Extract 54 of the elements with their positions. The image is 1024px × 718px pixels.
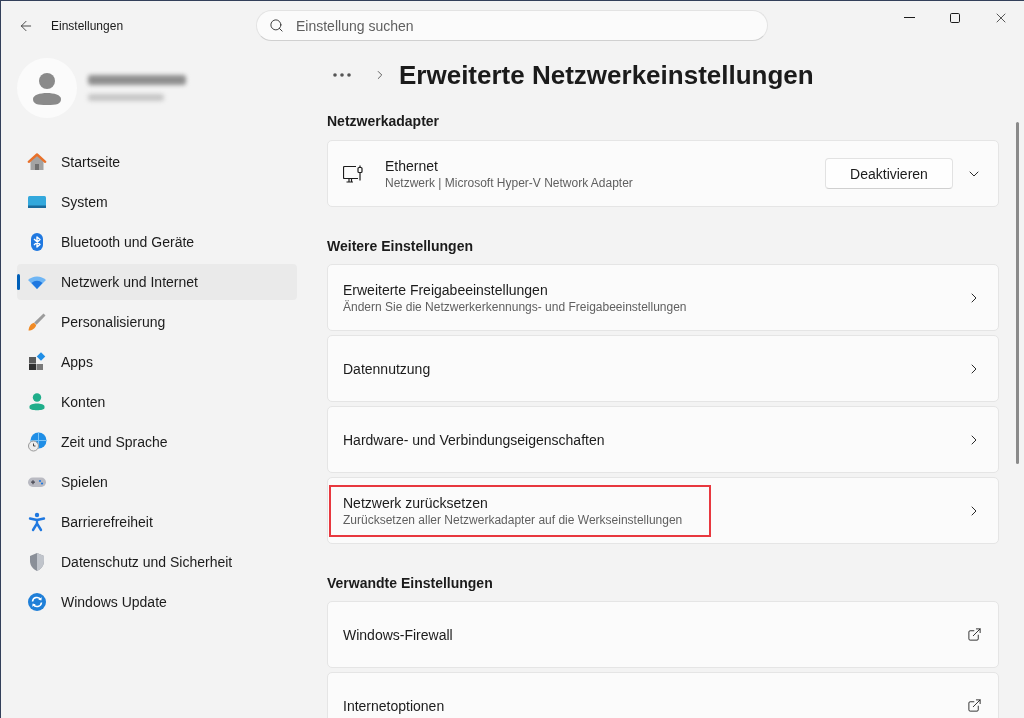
section-heading: Verwandte Einstellungen [327, 574, 494, 593]
sidebar-item[interactable]: Zeit und Sprache [17, 424, 297, 460]
sidebar-item[interactable]: Barrierefreiheit [17, 504, 297, 540]
accessibility-icon [27, 512, 47, 532]
search-icon [269, 18, 284, 33]
sidebar-item[interactable]: Spielen [17, 464, 297, 500]
sidebar-item[interactable]: System [17, 184, 297, 220]
card-title: Hardware- und Verbindungseigenschaften [343, 430, 605, 449]
card-title: Ethernet [385, 156, 439, 175]
settings-card[interactable]: Hardware- und Verbindungseigenschaften [327, 406, 999, 473]
disable-button[interactable]: Deaktivieren [825, 158, 953, 189]
globe-clock-icon [27, 432, 47, 452]
section-heading: Weitere Einstellungen [327, 237, 474, 256]
external-link-icon [967, 627, 982, 642]
house-icon [27, 152, 47, 172]
app-grid-icon [27, 352, 47, 372]
sidebar-item[interactable]: Bluetooth und Geräte [17, 224, 297, 260]
external-link-icon [967, 698, 982, 713]
shield-icon [27, 552, 47, 572]
sidebar-item[interactable]: Konten [17, 384, 297, 420]
card-title: Datennutzung [343, 359, 431, 378]
adapter-card[interactable]: Ethernet Netzwerk | Microsoft Hyper-V Network Adapter Deaktivieren [327, 140, 999, 207]
selection-indicator [17, 274, 20, 290]
card-subtitle: Netzwerk | Microsoft Hyper-V Network Adapter [385, 174, 633, 191]
sidebar-item[interactable]: Apps [17, 344, 297, 380]
card-title: Internetoptionen [343, 696, 445, 715]
window-title: Einstellungen [51, 18, 124, 33]
person-icon [27, 392, 47, 412]
computer-icon [343, 164, 363, 183]
paintbrush-icon [27, 312, 47, 332]
settings-card[interactable]: Erweiterte Freigabeeinstellungen Ändern Sie die Netzwerkerkennungs- und Freigabeeinstellungen [327, 264, 999, 331]
sync-arrows-icon [27, 592, 47, 612]
minimize-icon [903, 17, 915, 18]
card-title: Erweiterte Freigabeeinstellungen [343, 280, 549, 299]
sidebar-item[interactable]: Netzwerk und Internet [17, 264, 297, 300]
section-heading: Netzwerkadapter [327, 112, 441, 131]
settings-card[interactable]: Netzwerk zurücksetzen Zurücksetzen aller Netzwerkadapter auf die Werkseinstellungen [327, 477, 999, 544]
settings-card[interactable]: Windows-Firewall [327, 601, 999, 668]
maximize-icon [950, 12, 960, 23]
scrollbar-thumb[interactable] [1016, 122, 1019, 464]
settings-card[interactable]: Internetoptionen [327, 672, 999, 718]
sidebar-item[interactable]: Personalisierung [17, 304, 297, 340]
settings-card[interactable]: Datennutzung [327, 335, 999, 402]
search-field[interactable]: Einstellung suchen [256, 10, 768, 41]
sidebar-item[interactable]: Startseite [17, 144, 297, 180]
avatar-icon [17, 58, 77, 118]
card-title: Netzwerk zurücksetzen [343, 493, 489, 512]
card-subtitle: Ändern Sie die Netzwerkerkennungs- und Freigabeeinstellungen [343, 298, 687, 315]
sidebar-item[interactable]: Windows Update [17, 584, 297, 620]
card-title: Windows-Firewall [343, 625, 453, 644]
sidebar-item[interactable]: Datenschutz und Sicherheit [17, 544, 297, 580]
page-title: Erweiterte Netzwerkeinstellungen [399, 59, 814, 92]
more-icon [332, 72, 352, 78]
card-subtitle: Zurücksetzen aller Netzwerkadapter auf die Werkseinstellungen [343, 511, 684, 528]
